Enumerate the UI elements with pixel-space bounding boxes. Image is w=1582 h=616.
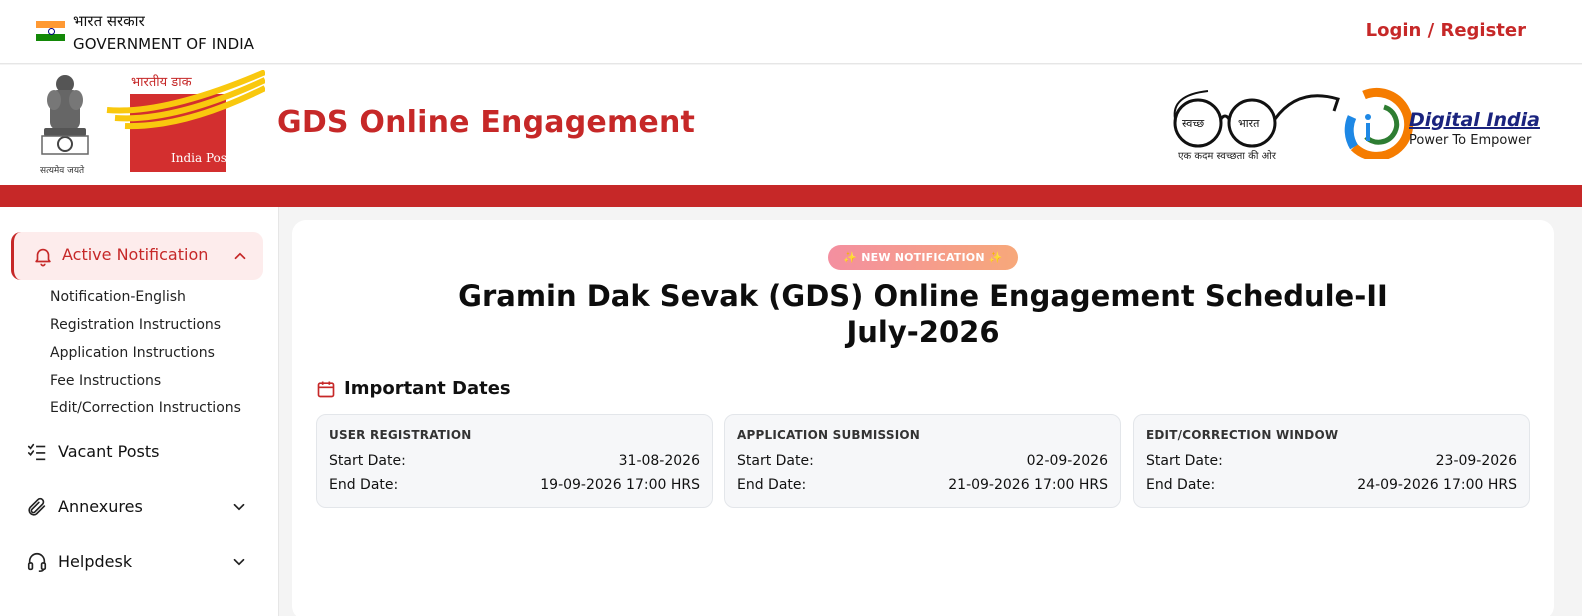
calendar-icon — [317, 381, 335, 398]
header-red-band — [0, 185, 1582, 207]
sidebar-subitem-registration-instructions[interactable]: Registration Instructions — [50, 317, 221, 333]
svg-text:भारतीय डाक: भारतीय डाक — [131, 74, 193, 90]
headset-icon — [27, 552, 47, 572]
important-dates-label: Important Dates — [344, 378, 511, 399]
paperclip-icon — [28, 497, 46, 516]
date-box-user-registration: USER REGISTRATION Start Date: 31-08-2026… — [316, 414, 713, 508]
sidebar-subitem-application-instructions[interactable]: Application Instructions — [50, 345, 215, 361]
date-box-heading: APPLICATION SUBMISSION — [737, 428, 921, 442]
start-date-value: 31-08-2026 — [618, 453, 700, 469]
chevron-down-icon[interactable] — [230, 553, 248, 571]
login-register-link[interactable]: Login / Register — [1366, 20, 1526, 41]
sidebar-subitem-edit-correction-instructions[interactable]: Edit/Correction Instructions — [50, 400, 241, 416]
sidebar-subitem-fee-instructions[interactable]: Fee Instructions — [50, 373, 161, 389]
end-date-value: 24-09-2026 17:00 HRS — [1357, 477, 1517, 493]
date-box-heading: EDIT/CORRECTION WINDOW — [1146, 428, 1339, 442]
digital-india-subtitle: Power To Empower — [1409, 133, 1532, 148]
sidebar-item-label: Active Notification — [62, 245, 209, 264]
chevron-down-icon[interactable] — [230, 498, 248, 516]
end-date-value: 21-09-2026 17:00 HRS — [948, 477, 1108, 493]
start-date-label: Start Date: — [737, 453, 814, 469]
gov-hindi-label: भारत सरकार — [73, 12, 145, 30]
svg-text:India Post: India Post — [171, 151, 232, 165]
site-title: GDS Online Engagement — [277, 105, 696, 140]
checklist-icon — [27, 443, 46, 461]
svg-text:भारत: भारत — [1238, 117, 1260, 130]
start-date-label: Start Date: — [1146, 453, 1223, 469]
notification-title-line1: Gramin Dak Sevak (GDS) Online Engagement… — [458, 279, 1388, 313]
digital-india-logo-icon — [1344, 87, 1414, 159]
date-box-heading: USER REGISTRATION — [329, 428, 472, 442]
bell-icon — [35, 248, 51, 267]
sidebar-item-active-notification[interactable]: Active Notification — [11, 232, 263, 280]
sidebar-item-label: Annexures — [58, 497, 143, 516]
sidebar-item-label: Helpdesk — [58, 552, 133, 571]
emblem-caption: सत्यमेव जयते — [40, 166, 85, 176]
notification-title-line2: July-2026 — [846, 315, 1000, 349]
notification-title: Gramin Dak Sevak (GDS) Online Engagement… — [292, 278, 1554, 350]
notification-card: ✨ NEW NOTIFICATION ✨ Gramin Dak Sevak (G… — [292, 220, 1554, 616]
sidebar-item-annexures[interactable]: Annexures — [0, 486, 279, 526]
start-date-label: Start Date: — [329, 453, 406, 469]
sidebar: Active Notification Notification-English… — [0, 207, 279, 616]
india-flag-icon — [36, 21, 65, 41]
digital-india-title: Digital India — [1409, 109, 1540, 131]
sidebar-item-label: Vacant Posts — [58, 442, 160, 461]
end-date-value: 19-09-2026 17:00 HRS — [540, 477, 700, 493]
end-date-label: End Date: — [329, 477, 399, 493]
date-box-edit-correction-window: EDIT/CORRECTION WINDOW Start Date: 23-09… — [1133, 414, 1530, 508]
swachh-caption: एक कदम स्वच्छता की ओर — [1178, 151, 1276, 162]
start-date-value: 02-09-2026 — [1026, 453, 1108, 469]
end-date-label: End Date: — [1146, 477, 1216, 493]
gov-english-label: GOVERNMENT OF INDIA — [73, 35, 255, 53]
india-post-logo-icon: भारतीय डाक India Post — [106, 70, 265, 172]
sidebar-item-helpdesk[interactable]: Helpdesk — [0, 541, 279, 581]
start-date-value: 23-09-2026 — [1435, 453, 1517, 469]
gov-bar: भारत सरकार GOVERNMENT OF INDIA Login / R… — [0, 0, 1582, 64]
new-notification-badge: ✨ NEW NOTIFICATION ✨ — [828, 245, 1018, 270]
svg-text:स्वच्छ: स्वच्छ — [1182, 117, 1204, 130]
end-date-label: End Date: — [737, 477, 807, 493]
sidebar-item-vacant-posts[interactable]: Vacant Posts — [0, 431, 279, 471]
brand-header: सत्यमेव जयते भारतीय डाक India Post GDS O… — [0, 65, 1582, 185]
date-box-application-submission: APPLICATION SUBMISSION Start Date: 02-09… — [724, 414, 1121, 508]
sidebar-subitem-notification-english[interactable]: Notification-English — [50, 289, 186, 305]
chevron-up-icon[interactable] — [231, 247, 249, 265]
